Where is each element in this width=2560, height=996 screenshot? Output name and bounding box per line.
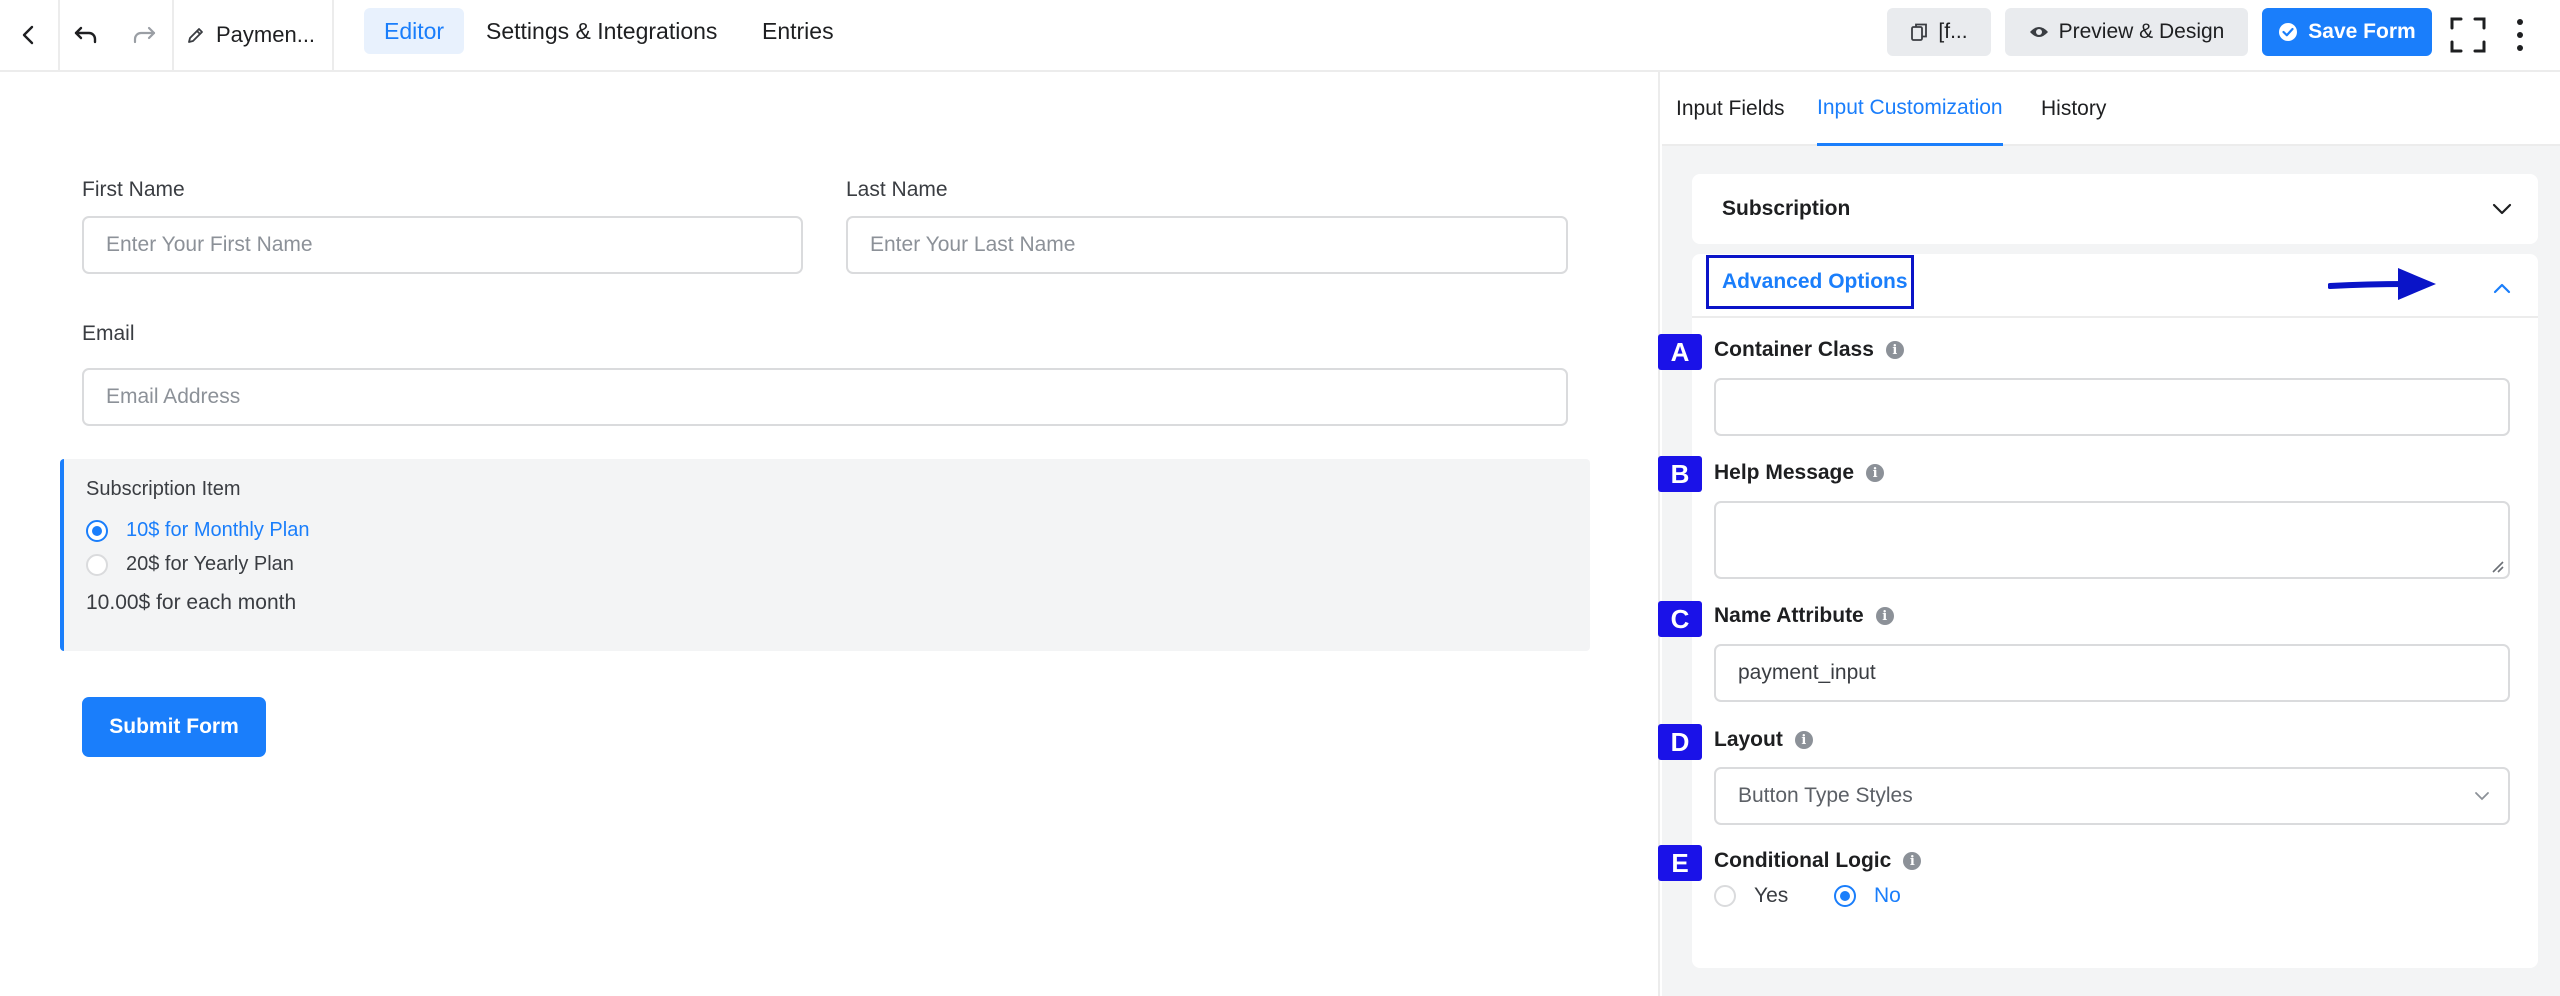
layout-select-value: Button Type Styles [1738,784,1913,807]
container-class-label: Container Class i [1714,338,1904,362]
shortcode-button[interactable]: [f... [1887,8,1991,56]
email-input[interactable]: Email Address [82,368,1568,426]
monthly-plan-label: 10$ for Monthly Plan [126,519,310,541]
subscription-section[interactable]: Subscription [1692,174,2538,244]
subscription-price-text: 10.00$ for each month [86,591,297,614]
yearly-plan-option[interactable]: 20$ for Yearly Plan [86,553,294,576]
advanced-options-title[interactable]: Advanced Options [1722,255,1908,309]
conditional-logic-yes-option[interactable]: Yes [1714,884,1788,908]
tab-entries[interactable]: Entries [742,8,854,54]
settings-panel: Input Fields Input Customization History… [1658,72,2560,996]
toolbar-divider [172,0,174,70]
yearly-plan-radio[interactable] [86,553,108,576]
annotation-badge-a: A [1658,334,1702,370]
conditional-logic-label: Conditional Logic i [1714,849,1922,873]
tab-history[interactable]: History [2041,72,2106,146]
tab-input-customization[interactable]: Input Customization [1817,72,2003,146]
form-editor-canvas: First Name Enter Your First Name Last Na… [0,72,1660,996]
info-icon[interactable]: i [1866,464,1885,482]
toolbar-divider [332,0,334,70]
panel-tabs: Input Fields Input Customization History [1662,72,2560,146]
edit-pencil-icon [188,28,203,43]
help-message-label-text: Help Message [1714,461,1855,484]
annotation-arrow-icon [2328,268,2436,300]
save-form-button[interactable]: Save Form [2262,8,2432,56]
eye-icon [2029,27,2048,37]
conditional-logic-no-option[interactable]: No [1834,884,1901,908]
shortcode-label: [f... [1938,20,1968,43]
layout-select[interactable]: Button Type Styles [1714,767,2510,825]
chevron-down-icon [2475,792,2489,801]
last-name-input[interactable]: Enter Your Last Name [846,216,1568,274]
conditional-logic-label-text: Conditional Logic [1714,849,1892,872]
conditional-logic-yes-radio[interactable] [1714,885,1736,907]
layout-label: Layout i [1714,728,1813,752]
chevron-up-icon[interactable] [2490,277,2514,301]
preview-design-button[interactable]: Preview & Design [2005,8,2248,56]
info-icon[interactable]: i [1885,341,1904,359]
subscription-section-title: Subscription [1722,197,1851,220]
container-class-input[interactable] [1714,378,2510,436]
info-icon[interactable]: i [1875,607,1894,625]
info-icon[interactable]: i [1794,731,1813,749]
copy-icon [1911,23,1928,41]
name-attribute-input[interactable]: payment_input [1714,644,2510,702]
help-message-textarea[interactable] [1714,501,2510,579]
subscription-field[interactable]: Subscription Item 10$ for Monthly Plan 2… [60,459,1590,651]
fullscreen-icon[interactable] [2444,0,2492,70]
first-name-label: First Name [82,178,185,201]
preview-design-label: Preview & Design [2058,20,2225,43]
name-attribute-label-text: Name Attribute [1714,604,1864,627]
help-message-label: Help Message i [1714,461,1885,485]
name-attribute-label: Name Attribute i [1714,604,1894,628]
section-divider [1692,316,2538,318]
annotation-badge-c: C [1658,601,1702,637]
info-icon[interactable]: i [1903,852,1922,870]
tab-settings-integrations[interactable]: Settings & Integrations [466,8,737,54]
monthly-plan-radio[interactable] [86,519,108,542]
save-form-label: Save Form [2308,20,2416,43]
more-options-icon[interactable] [2500,0,2540,70]
yearly-plan-label: 20$ for Yearly Plan [126,553,294,575]
submit-form-button[interactable]: Submit Form [82,697,266,757]
check-circle-icon [2279,23,2298,41]
subscription-item-label: Subscription Item [86,478,241,500]
email-label: Email [82,322,135,345]
form-title-text: Paymen... [216,22,316,47]
undo-icon[interactable] [60,0,112,70]
redo-icon[interactable] [118,0,170,70]
conditional-logic-yes-label: Yes [1754,884,1789,907]
back-icon[interactable] [0,0,58,70]
layout-label-text: Layout [1714,728,1783,751]
tab-editor[interactable]: Editor [364,8,465,54]
resize-handle-icon[interactable] [2490,559,2504,573]
annotation-badge-d: D [1658,724,1702,760]
first-name-input[interactable]: Enter Your First Name [82,216,803,274]
conditional-logic-no-label: No [1874,884,1901,907]
conditional-logic-no-radio[interactable] [1834,885,1856,907]
form-title[interactable]: Paymen... [186,0,315,70]
last-name-label: Last Name [846,178,948,201]
tab-input-fields[interactable]: Input Fields [1676,72,1785,146]
annotation-badge-e: E [1658,845,1702,881]
container-class-label-text: Container Class [1714,338,1874,361]
chevron-down-icon[interactable] [2490,197,2514,221]
annotation-badge-b: B [1658,456,1702,492]
top-toolbar: Paymen... Editor Settings & Integrations… [0,0,2560,72]
monthly-plan-option[interactable]: 10$ for Monthly Plan [86,519,309,542]
